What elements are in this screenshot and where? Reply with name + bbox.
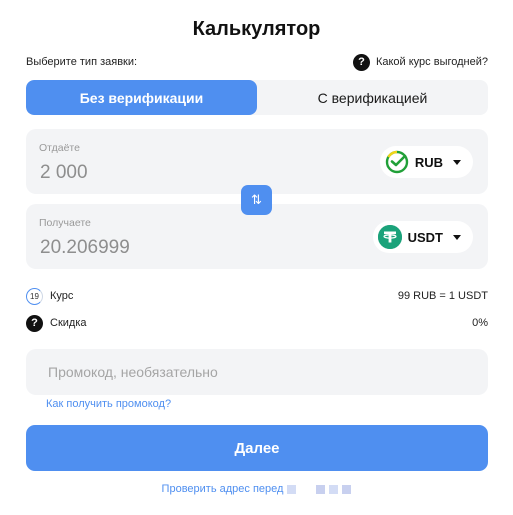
blurred-image [287, 484, 297, 494]
promo-help-link[interactable]: Как получить промокод? [46, 398, 171, 410]
order-type-label: Выберите тип заявки: [26, 56, 138, 68]
get-label: Получаете [39, 217, 91, 229]
discount-row: ? Скидка 0% [26, 313, 488, 333]
check-address-link[interactable]: Проверить адрес перед [0, 483, 513, 495]
rate-value: 99 RUB = 1 USDT [397, 290, 488, 302]
verification-tabs: Без верификации С верификацией [26, 80, 488, 115]
chevron-down-icon [453, 234, 461, 240]
get-currency-code: USDT [407, 229, 443, 245]
discount-value: 0% [472, 317, 488, 329]
blurred-image [342, 484, 352, 494]
swap-button[interactable]: ⇅ [241, 185, 272, 215]
page-title: Калькулятор [192, 18, 321, 40]
swap-arrows-icon: ⇅ [251, 192, 262, 207]
give-currency-select[interactable]: RUB [379, 146, 473, 178]
give-label: Отдаёте [39, 142, 80, 154]
question-icon: ? [352, 53, 370, 71]
blurred-image [316, 484, 326, 494]
get-amount-value[interactable]: 20.206999 [40, 237, 130, 259]
discount-label: Скидка [50, 317, 87, 329]
tether-icon [377, 225, 402, 249]
rate-label: Курс [50, 290, 74, 302]
chevron-down-icon [453, 159, 461, 165]
tab-no-verification[interactable]: Без верификации [26, 80, 257, 115]
give-currency-code: RUB [414, 154, 443, 170]
tab-with-verification[interactable]: С верификацией [257, 80, 488, 115]
best-rate-help-link[interactable]: ? Какой курс выгодней? [352, 53, 488, 71]
rate-row: 19 Курс 99 RUB = 1 USDT [26, 286, 488, 306]
order-type-row: Выберите тип заявки: ? Какой курс выгодн… [26, 53, 488, 71]
question-icon[interactable]: ? [26, 314, 43, 332]
sberbank-icon [385, 150, 409, 174]
next-button[interactable]: Далее [26, 425, 488, 471]
timer-icon: 19 [26, 287, 43, 305]
give-amount-input[interactable]: 2 000 [40, 162, 88, 184]
best-rate-help-label: Какой курс выгодней? [375, 56, 488, 68]
get-currency-select[interactable]: USDT [372, 221, 473, 253]
promo-code-input[interactable] [26, 349, 488, 395]
blurred-image [329, 484, 339, 494]
check-address-label: Проверить адрес перед [161, 483, 284, 495]
